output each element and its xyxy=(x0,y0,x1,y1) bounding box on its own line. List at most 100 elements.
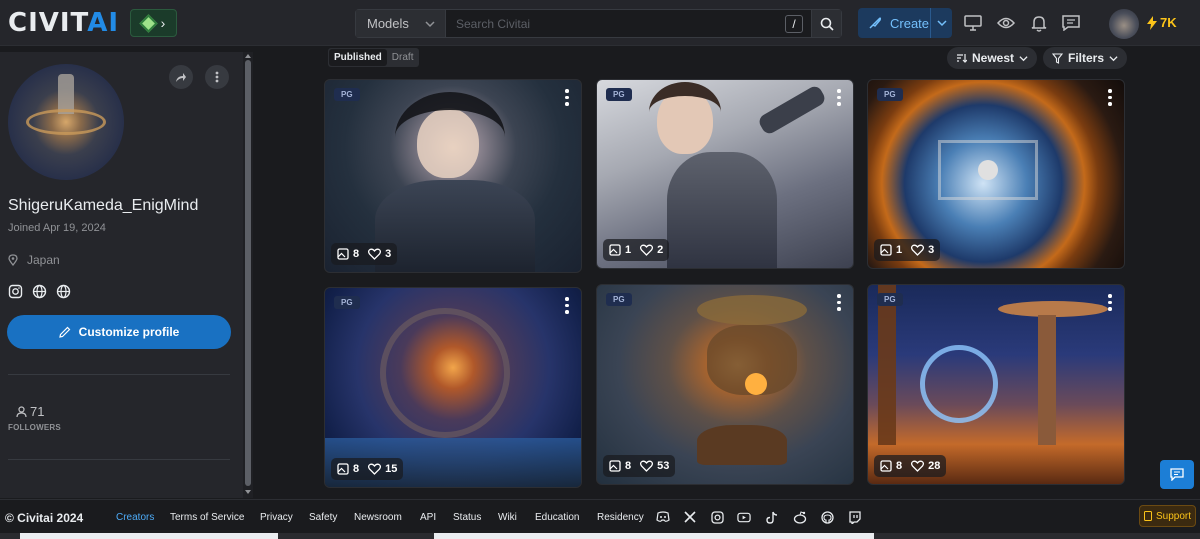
footer-link-api[interactable]: API xyxy=(420,512,436,523)
footer-link-safety[interactable]: Safety xyxy=(309,512,337,523)
chevron-right-icon: › xyxy=(160,15,166,31)
divider xyxy=(8,459,230,460)
image-icon xyxy=(880,460,892,472)
card-stats: 8 53 xyxy=(603,455,676,477)
like-count: 28 xyxy=(928,460,941,472)
instagram-icon[interactable] xyxy=(8,284,23,299)
footer-link-residency[interactable]: Residency xyxy=(597,512,644,523)
create-button[interactable]: Create xyxy=(858,8,952,38)
lightning-icon xyxy=(1147,15,1157,30)
globe-icon[interactable] xyxy=(56,284,71,299)
scroll-up-icon[interactable] xyxy=(244,53,252,59)
chat-float-button[interactable] xyxy=(1160,460,1194,489)
footer-link-terms[interactable]: Terms of Service xyxy=(170,512,244,523)
card-menu-button[interactable] xyxy=(837,89,841,106)
bell-icon[interactable] xyxy=(1029,13,1049,33)
footer-link-creators[interactable]: Creators xyxy=(116,512,154,523)
image-count: 8 xyxy=(353,248,360,260)
footer-link-education[interactable]: Education xyxy=(535,512,579,523)
footer-link-wiki[interactable]: Wiki xyxy=(498,512,517,523)
divider xyxy=(8,374,230,375)
footer-link-status[interactable]: Status xyxy=(453,512,481,523)
followers-label: FOLLOWERS xyxy=(8,423,61,432)
card-menu-button[interactable] xyxy=(1108,294,1112,311)
card-stats: 8 15 xyxy=(331,458,404,480)
heart-icon[interactable] xyxy=(640,460,654,472)
page-footer: © Civitai 2024 Creators Terms of Service… xyxy=(0,499,1200,533)
image-card[interactable]: PG 8 3 xyxy=(324,79,582,273)
like-count: 15 xyxy=(385,463,398,475)
monitor-icon[interactable] xyxy=(963,13,983,33)
x-twitter-icon[interactable] xyxy=(683,510,697,524)
search-category-select[interactable]: Models xyxy=(356,10,446,37)
search-bar: Models Search Civitai / xyxy=(355,9,842,38)
support-button[interactable]: Support xyxy=(1139,505,1196,527)
heart-icon[interactable] xyxy=(911,244,925,256)
tab-published[interactable]: Published xyxy=(329,49,387,66)
more-options-button[interactable] xyxy=(205,65,229,89)
image-card[interactable]: PG 1 3 xyxy=(867,79,1125,269)
features-menu-button[interactable]: › xyxy=(130,9,177,37)
like-count: 3 xyxy=(928,244,935,256)
chevron-down-icon xyxy=(936,20,947,27)
share-button[interactable] xyxy=(169,65,193,89)
gallery-status-tabs: Published Draft xyxy=(328,48,420,67)
image-icon xyxy=(880,244,892,256)
pencil-icon xyxy=(58,326,71,338)
image-card[interactable]: PG 8 15 xyxy=(324,287,582,488)
footer-link-privacy[interactable]: Privacy xyxy=(260,512,293,523)
eye-settings-icon[interactable] xyxy=(996,13,1016,33)
sort-dropdown[interactable]: Newest xyxy=(947,47,1038,69)
card-menu-button[interactable] xyxy=(565,89,569,106)
customize-profile-label: Customize profile xyxy=(78,325,180,339)
buzz-credits[interactable]: 7K xyxy=(1147,15,1177,30)
more-vertical-icon xyxy=(215,71,219,83)
card-menu-button[interactable] xyxy=(1108,89,1112,106)
bottom-edge-strip xyxy=(0,533,1200,539)
card-menu-button[interactable] xyxy=(565,297,569,314)
image-card[interactable]: PG 1 2 xyxy=(596,79,854,269)
image-card[interactable]: PG 8 28 xyxy=(867,284,1125,485)
tiktok-icon[interactable] xyxy=(765,510,779,524)
search-button[interactable] xyxy=(811,10,841,37)
chat-icon[interactable] xyxy=(1061,13,1081,33)
filters-dropdown[interactable]: Filters xyxy=(1043,47,1128,69)
followers-count[interactable]: 71 xyxy=(16,404,44,419)
search-input[interactable]: Search Civitai xyxy=(446,10,785,37)
rating-badge: PG xyxy=(606,88,632,101)
joined-date: Joined Apr 19, 2024 xyxy=(8,222,106,234)
diamond-icon xyxy=(138,13,158,33)
user-avatar[interactable] xyxy=(1109,9,1139,39)
image-icon xyxy=(609,460,621,472)
search-icon xyxy=(820,17,834,31)
chat-icon xyxy=(1170,468,1184,481)
instagram-icon[interactable] xyxy=(710,510,724,524)
sidebar-scrollbar-thumb[interactable] xyxy=(245,60,251,486)
image-count: 1 xyxy=(896,244,903,256)
profile-sidebar: ShigeruKameda_EnigMind Joined Apr 19, 20… xyxy=(0,52,244,498)
globe-icon[interactable] xyxy=(32,284,47,299)
heart-icon[interactable] xyxy=(640,244,654,256)
create-dropdown-toggle[interactable] xyxy=(930,8,952,38)
profile-location: Japan xyxy=(8,253,60,267)
card-menu-button[interactable] xyxy=(837,294,841,311)
customize-profile-button[interactable]: Customize profile xyxy=(7,315,231,349)
sort-icon xyxy=(957,54,967,63)
footer-link-newsroom[interactable]: Newsroom xyxy=(354,512,402,523)
civitai-logo[interactable]: CIVITAI xyxy=(8,10,119,36)
github-icon[interactable] xyxy=(820,510,834,524)
heart-icon[interactable] xyxy=(368,248,382,260)
heart-icon[interactable] xyxy=(911,460,925,472)
reddit-icon[interactable] xyxy=(793,510,807,524)
logo-text: CIVIT xyxy=(8,8,88,38)
scroll-down-icon[interactable] xyxy=(244,489,252,495)
twitch-icon[interactable] xyxy=(848,510,862,524)
tab-draft[interactable]: Draft xyxy=(387,49,419,66)
card-stats: 1 2 xyxy=(603,239,670,261)
search-shortcut-hint: / xyxy=(785,15,803,33)
discord-icon[interactable] xyxy=(656,510,670,524)
youtube-icon[interactable] xyxy=(737,510,751,524)
map-pin-icon xyxy=(8,254,18,266)
image-card[interactable]: PG 8 53 xyxy=(596,284,854,485)
heart-icon[interactable] xyxy=(368,463,382,475)
